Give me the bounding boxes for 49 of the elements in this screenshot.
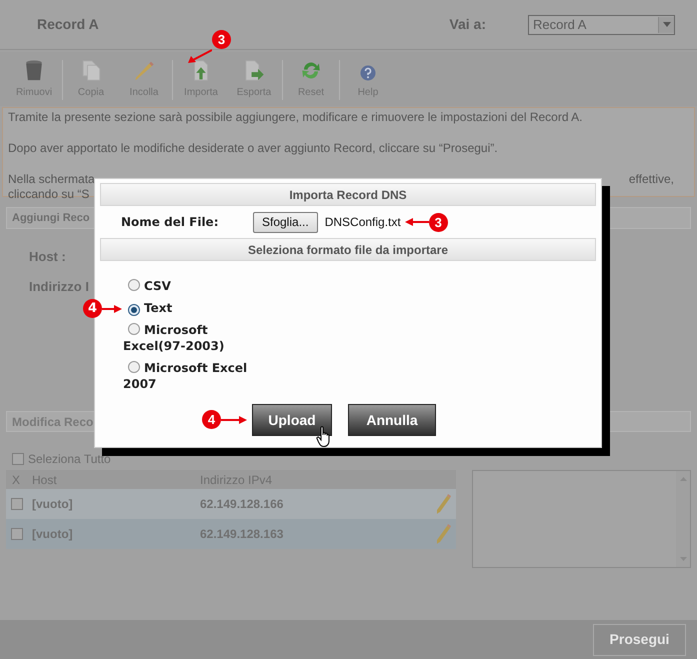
browse-button[interactable]: Sfoglia... <box>253 212 318 232</box>
goto-label: Vai a: <box>449 15 486 34</box>
dialog-button[interactable]: Upload <box>252 404 332 436</box>
checkbox[interactable] <box>12 453 24 465</box>
info-text: Nella schermata <box>8 172 95 187</box>
file-label: Nome del File: <box>121 214 220 231</box>
radio-button[interactable] <box>128 279 140 291</box>
info-text: Tramite la presente sezione sarà possibile aggiungere, modificare e rimuovere le impostazioni del Record A. <box>8 110 584 125</box>
info-text: cliccando su “S <box>8 187 90 201</box>
format-option[interactable]: Microsoft Excel 2007 <box>123 360 263 392</box>
step-badge: 4 <box>202 410 221 429</box>
text-area[interactable] <box>472 470 691 568</box>
pencil-icon[interactable] <box>435 523 451 545</box>
field-label: Host : <box>29 248 66 266</box>
field-label: Indirizzo I <box>29 278 89 296</box>
table-row[interactable]: [vuoto] 62.149.128.163 <box>6 519 456 549</box>
scrollbar[interactable] <box>676 471 690 567</box>
pointer-arrow <box>221 414 247 424</box>
file-name: DNSConfig.txt <box>324 214 401 231</box>
step-badge: 3 <box>428 212 448 232</box>
radio-button[interactable] <box>128 304 140 316</box>
copy-icon <box>80 60 102 81</box>
info-text: Dopo aver apportato le modifiche desiderate o aver aggiunto Record, cliccare su “Prosegui”. <box>8 141 499 156</box>
format-option[interactable]: Microsoft Excel(97-2003) <box>123 322 263 354</box>
table-cell-text: 62.149.128.163 <box>200 526 284 543</box>
step-badge: 4 <box>83 299 102 318</box>
trash-icon <box>24 60 44 81</box>
pointer-arrow <box>188 48 212 64</box>
radio-button[interactable] <box>128 323 140 335</box>
dialog-button[interactable]: Annulla <box>348 404 436 436</box>
info-text: effettive, <box>628 172 674 187</box>
prosegui-button[interactable]: Prosegui <box>593 624 686 656</box>
goto-select[interactable]: Record A <box>528 14 675 34</box>
dialog-title: Importa Record DNS <box>100 183 596 206</box>
table-cell-text: 62.149.128.166 <box>200 496 284 513</box>
help-icon <box>360 65 376 81</box>
table-cell-text: [vuoto] <box>32 526 74 543</box>
section-title: Seleziona formato file da importare <box>100 238 596 261</box>
table-row[interactable]: [vuoto] 62.149.128.166 <box>6 489 456 519</box>
format-option[interactable]: CSV <box>123 278 263 294</box>
pointer-arrow <box>404 217 429 227</box>
pointer-arrow <box>102 304 122 314</box>
format-option[interactable]: Text <box>123 300 263 316</box>
pencil-icon[interactable] <box>435 493 451 515</box>
checkbox[interactable] <box>11 528 23 540</box>
checkbox[interactable] <box>11 498 23 510</box>
table-cell-text: [vuoto] <box>32 496 74 513</box>
page-title: Record A <box>37 15 99 34</box>
radio-button[interactable] <box>128 361 140 373</box>
